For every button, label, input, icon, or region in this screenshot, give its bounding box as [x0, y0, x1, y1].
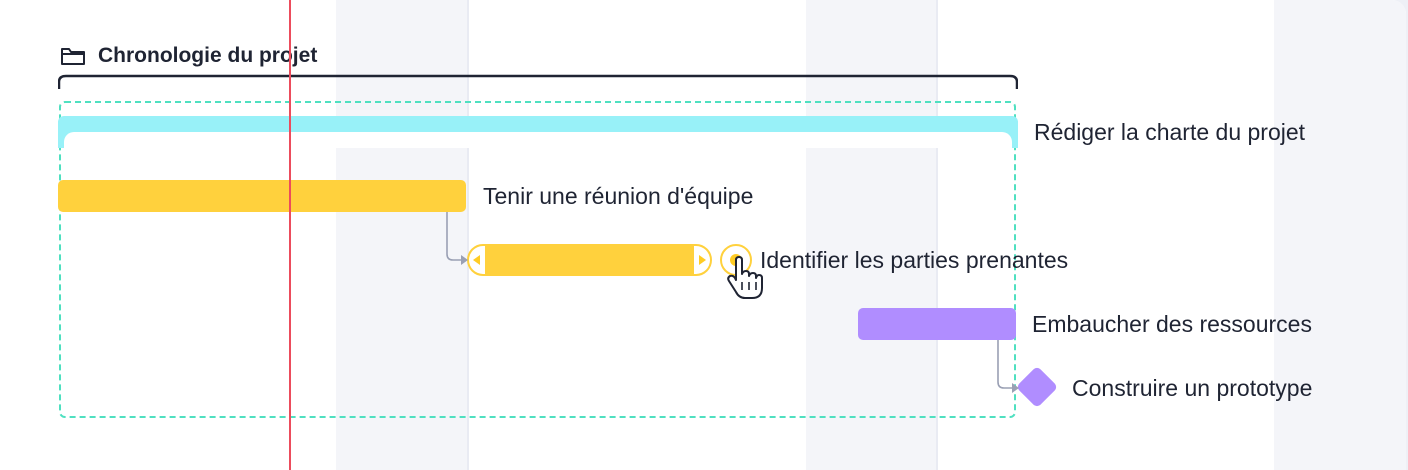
resize-handle-right[interactable]: [694, 246, 710, 274]
caret-left-icon: [473, 255, 480, 265]
task-bar[interactable]: [858, 308, 1016, 340]
task-label: Construire un prototype: [1072, 375, 1313, 401]
task-label: Tenir une réunion d'équipe: [483, 183, 754, 209]
task-label: Rédiger la charte du projet: [1034, 119, 1306, 145]
summary-bar[interactable]: [58, 116, 1018, 148]
task-bar[interactable]: [58, 180, 466, 212]
task-bar-selected[interactable]: [467, 244, 712, 276]
group-title: Chronologie du projet: [98, 44, 318, 67]
today-line: [289, 0, 291, 470]
hand-pointer-icon: [727, 256, 763, 299]
milestone-diamond[interactable]: [1015, 365, 1059, 409]
resize-handle-left[interactable]: [469, 246, 485, 274]
group-bracket: [58, 74, 1018, 89]
summary-bar-cutout: [64, 132, 1012, 148]
task-label: Embaucher des ressources: [1032, 311, 1312, 337]
gantt-canvas: Chronologie du projet Rédiger la charte …: [0, 0, 1406, 470]
caret-right-icon: [699, 255, 706, 265]
folder-icon: [61, 48, 85, 65]
group-header[interactable]: Chronologie du projet: [60, 42, 317, 70]
task-label: Identifier les parties prenantes: [760, 247, 1069, 273]
